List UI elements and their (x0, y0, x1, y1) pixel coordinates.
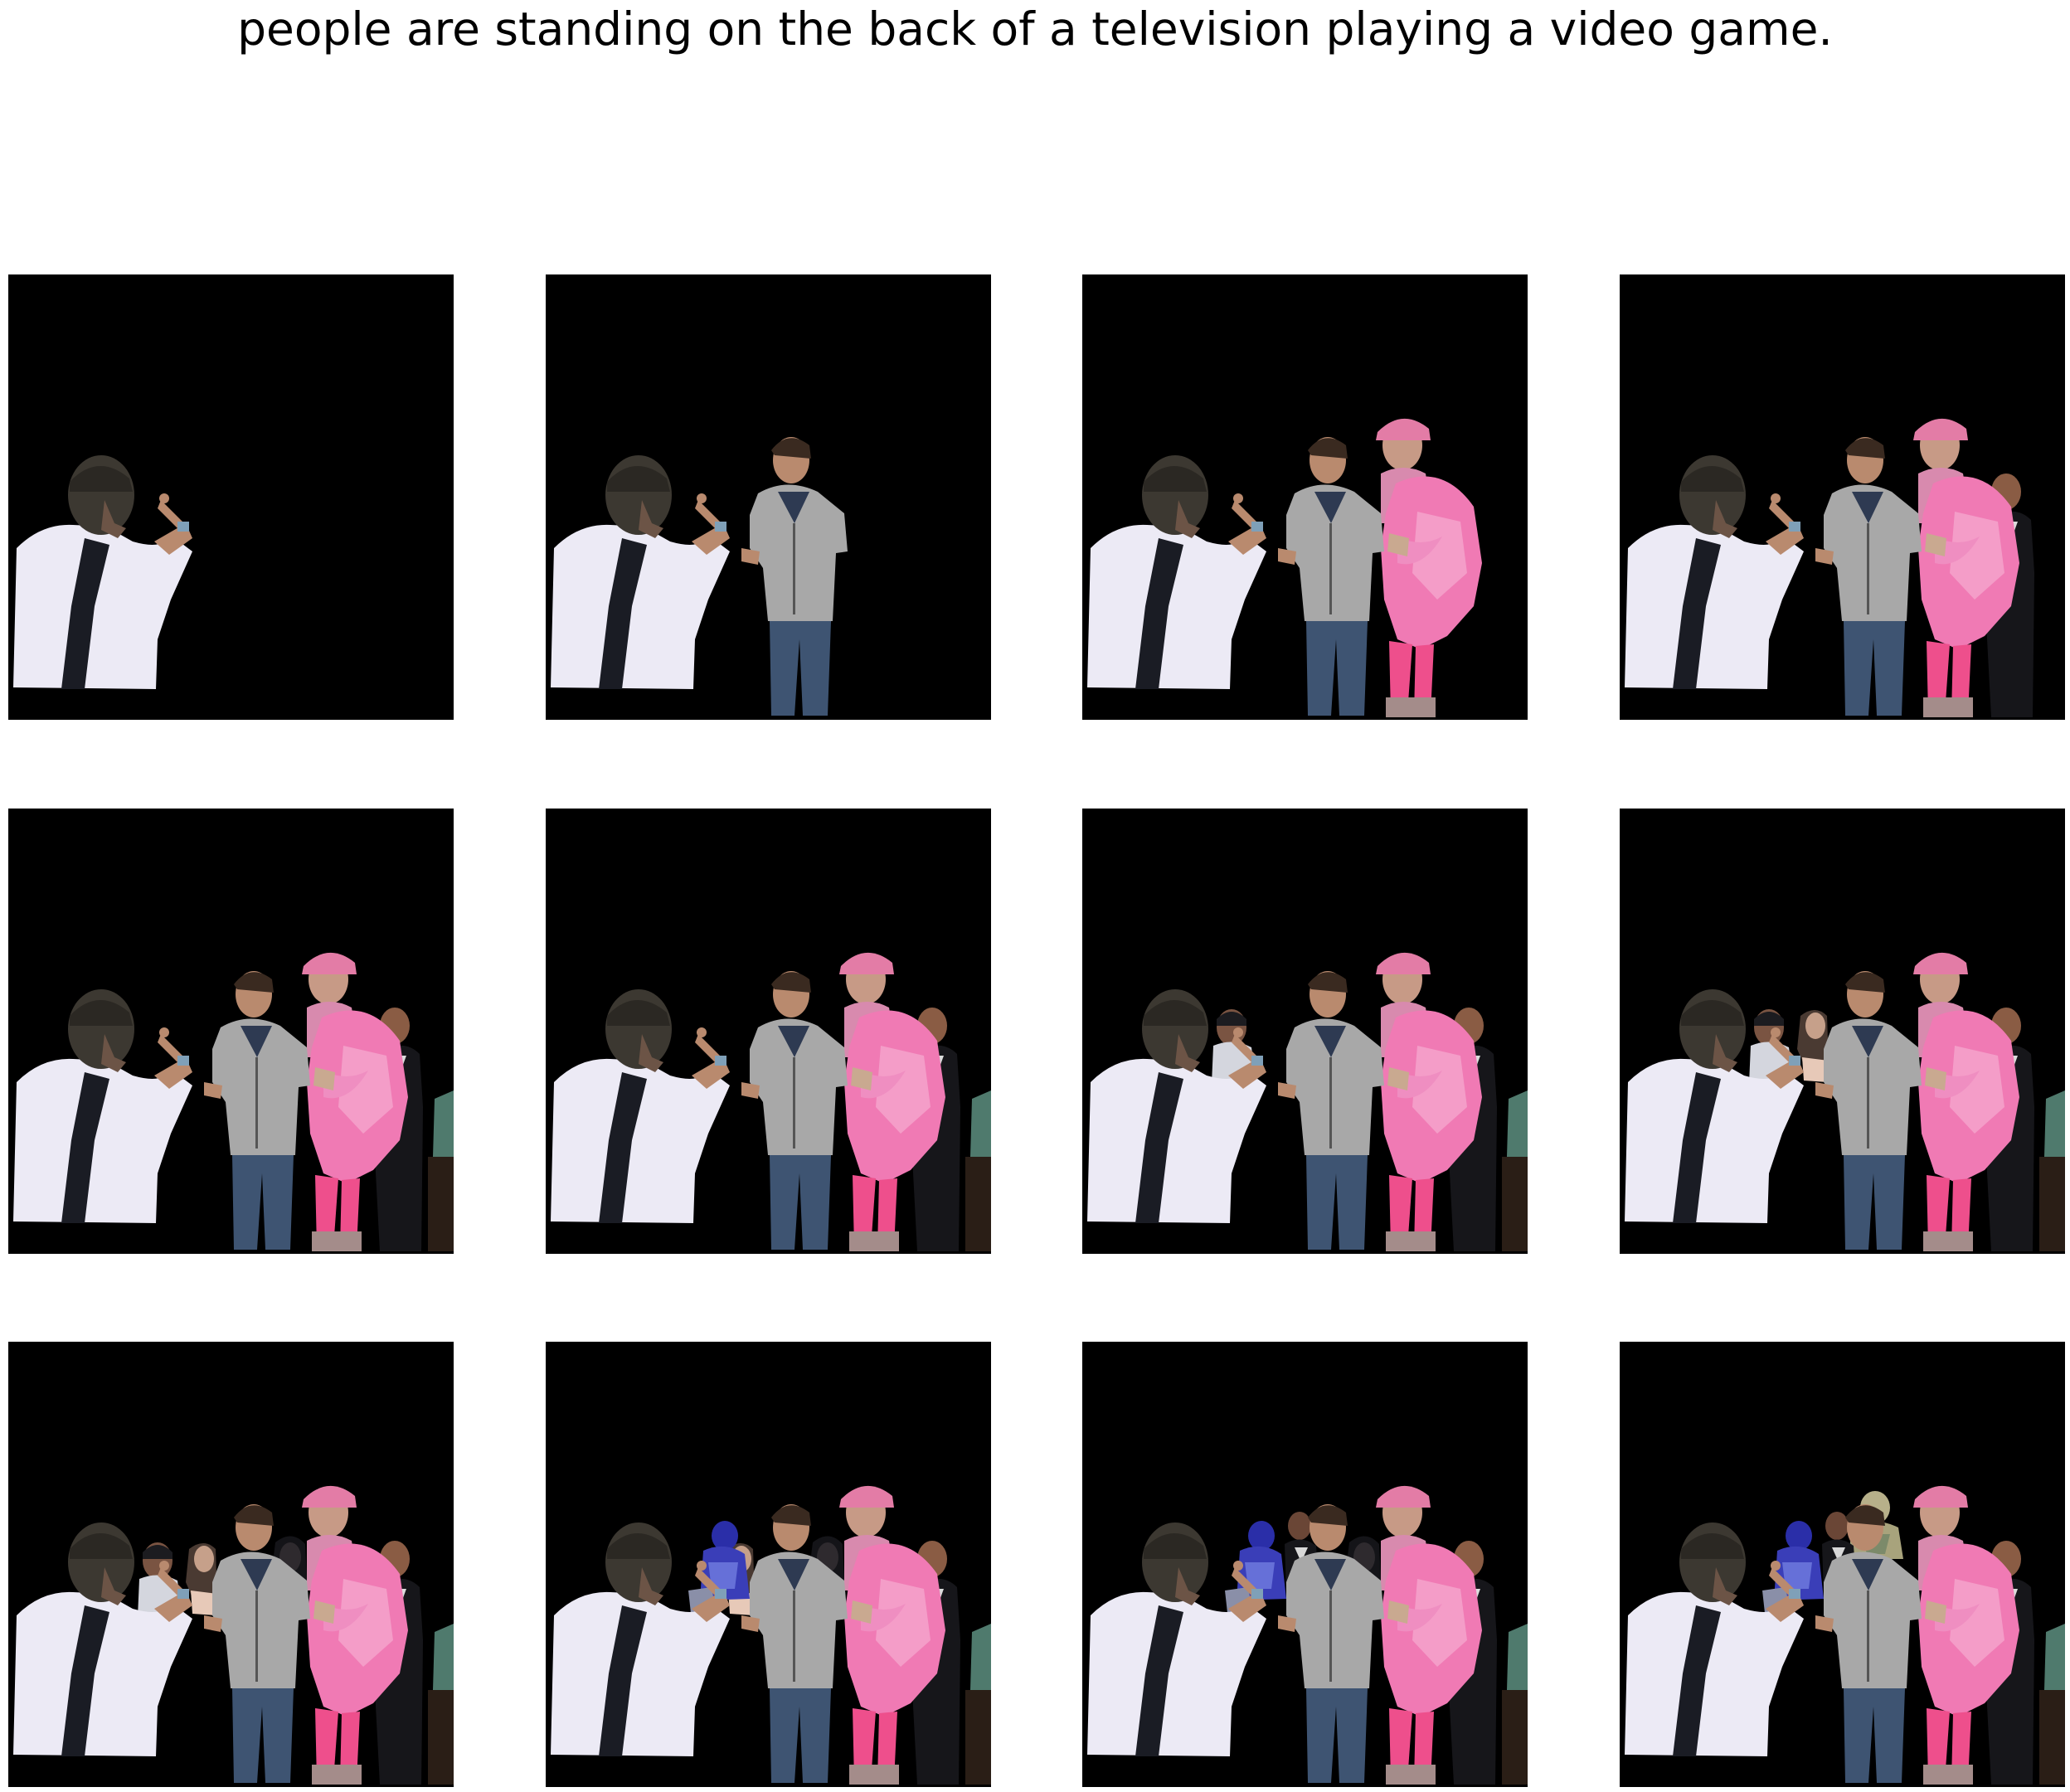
frame-5 (8, 809, 454, 1254)
frame-image (546, 1342, 991, 1787)
frame-image (1082, 1342, 1528, 1787)
frame-8 (1620, 809, 2065, 1254)
frame-image (8, 274, 454, 720)
figure-caption: people are standing on the back of a tel… (237, 2, 1833, 56)
frame-12 (1620, 1342, 2065, 1787)
frame-3 (1082, 274, 1528, 720)
frame-image (1620, 1342, 2065, 1787)
frame-image (1620, 274, 2065, 720)
frame-7 (1082, 809, 1528, 1254)
frame-image (1620, 809, 2065, 1254)
frame-image (8, 809, 454, 1254)
frame-9 (8, 1342, 454, 1787)
frame-image (8, 1342, 454, 1787)
frame-image (546, 274, 991, 720)
frame-6 (546, 809, 991, 1254)
frame-image (1082, 809, 1528, 1254)
frame-11 (1082, 1342, 1528, 1787)
frame-1 (8, 274, 454, 720)
frame-image (546, 809, 991, 1254)
frame-10 (546, 1342, 991, 1787)
frame-2 (546, 274, 991, 720)
frame-4 (1620, 274, 2065, 720)
frame-image (1082, 274, 1528, 720)
